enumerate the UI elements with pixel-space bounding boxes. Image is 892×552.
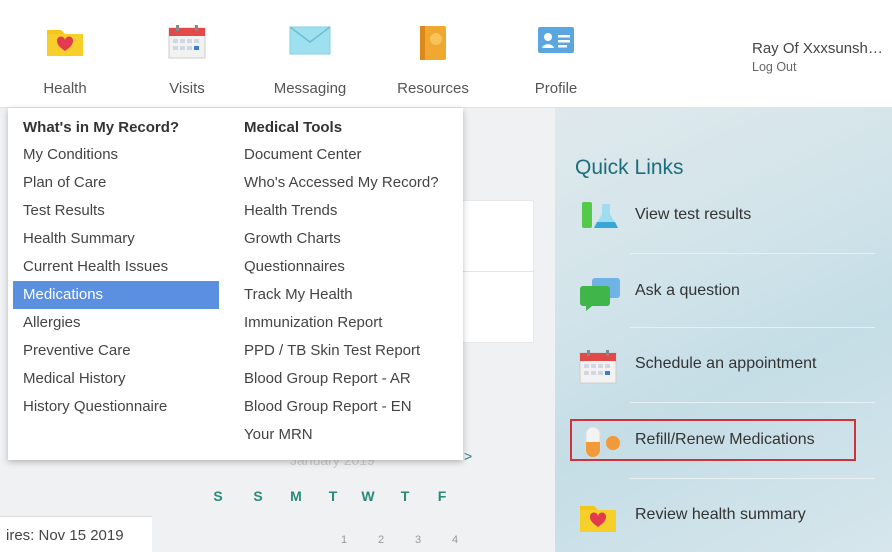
nav-messaging-label: Messaging (273, 80, 347, 97)
menu-item-ppd-tb-skin-test-report[interactable]: PPD / TB Skin Test Report (244, 337, 420, 365)
menu-item-blood-group-report-ar[interactable]: Blood Group Report - AR (244, 365, 411, 393)
menu-item-health-trends[interactable]: Health Trends (244, 197, 337, 225)
quick-link-schedule-appointment[interactable]: Schedule an appointment (570, 345, 870, 385)
menu-item-preventive-care[interactable]: Preventive Care (23, 337, 131, 365)
expires-text: ires: Nov 15 2019 (6, 527, 124, 544)
calendar-icon (167, 24, 207, 65)
medical-tools-column-title: Medical Tools (244, 119, 343, 136)
menu-item-test-results[interactable]: Test Results (23, 197, 105, 225)
test-tubes-icon (578, 200, 622, 237)
book-icon (416, 24, 450, 67)
quick-links-title: Quick Links (575, 156, 684, 179)
nav-resources-label: Resources (397, 80, 469, 97)
quick-link-refill-medications[interactable]: Refill/Renew Medications (570, 419, 856, 461)
nav-visits-label: Visits (169, 80, 205, 97)
calendar-day-header: F (437, 488, 447, 504)
top-navigation-bar: Health Visits Messaging Resources Profil… (0, 0, 892, 108)
quick-link-divider (630, 402, 875, 403)
calendar-day[interactable]: 3 (408, 534, 428, 546)
nav-profile-label: Profile (534, 80, 578, 97)
user-box: Ray Of Xxxsunsh… Log Out (752, 40, 883, 76)
quick-link-label: Review health summary (635, 506, 806, 523)
calendar-icon (578, 349, 618, 390)
menu-item-medications[interactable]: Medications (13, 281, 219, 309)
calendar-day-header: S (253, 488, 263, 504)
menu-item-document-center[interactable]: Document Center (244, 141, 362, 169)
menu-item-allergies[interactable]: Allergies (23, 309, 81, 337)
quick-link-review-health-summary[interactable]: Review health summary (570, 496, 870, 536)
menu-item-questionnaires[interactable]: Questionnaires (244, 253, 345, 281)
nav-health-label: Health (43, 80, 87, 97)
menu-item-medical-history[interactable]: Medical History (23, 365, 126, 393)
menu-item-health-summary[interactable]: Health Summary (23, 225, 135, 253)
chat-bubbles-icon (578, 276, 622, 317)
quick-link-label: Ask a question (635, 282, 740, 299)
heart-folder-icon (578, 500, 618, 539)
menu-item-immunization-report[interactable]: Immunization Report (244, 309, 382, 337)
logout-link[interactable]: Log Out (752, 60, 796, 74)
menu-item-whos-accessed-my-record[interactable]: Who's Accessed My Record? (244, 169, 439, 197)
my-record-column-title: What's in My Record? (23, 119, 180, 136)
menu-item-my-conditions[interactable]: My Conditions (23, 141, 118, 169)
menu-item-history-questionnaire[interactable]: History Questionnaire (23, 393, 167, 421)
menu-item-track-my-health[interactable]: Track My Health (244, 281, 353, 309)
nav-messaging[interactable]: Messaging (265, 14, 355, 102)
calendar-day-header: S (213, 488, 223, 504)
menu-item-your-mrn[interactable]: Your MRN (244, 421, 313, 449)
menu-item-blood-group-report-en[interactable]: Blood Group Report - EN (244, 393, 412, 421)
quick-link-label: Schedule an appointment (635, 355, 817, 372)
quick-link-divider (630, 327, 875, 328)
menu-item-growth-charts[interactable]: Growth Charts (244, 225, 341, 253)
quick-link-divider (630, 478, 875, 479)
quick-link-divider (630, 253, 875, 254)
calendar-day[interactable]: 1 (334, 534, 354, 546)
user-name: Ray Of Xxxsunsh… (752, 40, 883, 57)
id-card-icon (536, 24, 576, 61)
quick-link-view-test-results[interactable]: View test results (570, 196, 870, 236)
nav-health[interactable]: Health (20, 14, 110, 102)
nav-resources[interactable]: Resources (388, 14, 478, 102)
heart-folder-icon (45, 24, 85, 63)
nav-profile[interactable]: Profile (511, 14, 601, 102)
envelope-icon (289, 24, 331, 61)
calendar-day-header: W (361, 488, 375, 504)
calendar-day-header: M (290, 488, 302, 504)
calendar-day[interactable]: 2 (371, 534, 391, 546)
menu-item-current-health-issues[interactable]: Current Health Issues (23, 253, 168, 281)
calendar-next-button[interactable]: > (464, 448, 472, 464)
quick-link-ask-a-question[interactable]: Ask a question (570, 272, 870, 312)
calendar-day-header: T (328, 488, 338, 504)
calendar-day[interactable]: 4 (445, 534, 465, 546)
nav-visits[interactable]: Visits (142, 14, 232, 102)
calendar-day-header: T (400, 488, 410, 504)
health-dropdown-menu: What's in My Record? My Conditions Plan … (8, 108, 463, 460)
background-card-divider (462, 271, 534, 272)
menu-item-plan-of-care[interactable]: Plan of Care (23, 169, 106, 197)
quick-link-label: View test results (635, 206, 752, 223)
pill-icon (580, 425, 624, 464)
quick-link-label: Refill/Renew Medications (635, 431, 815, 448)
